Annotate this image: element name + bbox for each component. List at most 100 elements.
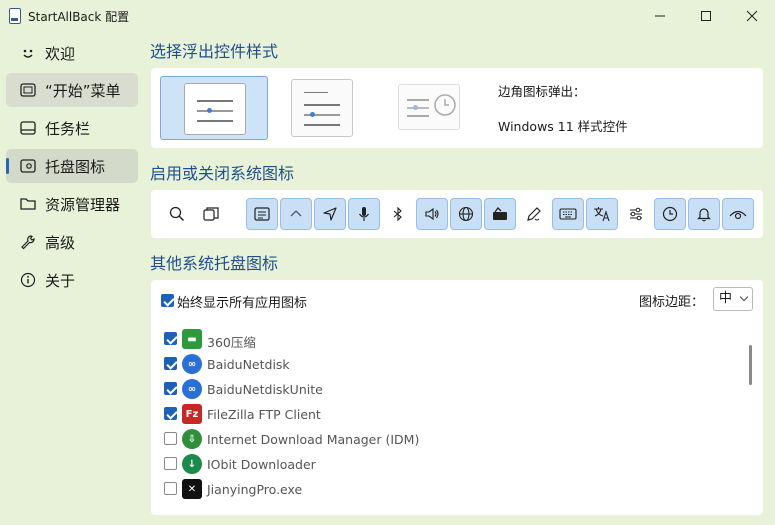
microphone-toggle[interactable] xyxy=(348,198,380,230)
app-checkbox[interactable] xyxy=(164,357,177,370)
app-baidu-unite-icon: ∞ xyxy=(182,379,202,399)
power-toggle[interactable] xyxy=(484,198,516,230)
power-icon xyxy=(493,207,507,220)
folder-icon xyxy=(18,194,38,214)
notification-bell-toggle[interactable] xyxy=(688,198,720,230)
sidebar-item-label: “开始”菜单 xyxy=(45,81,121,100)
close-button[interactable] xyxy=(729,0,775,32)
sidebar-item-start-menu[interactable]: “开始”菜单 xyxy=(6,73,138,107)
scrollbar-thumb[interactable] xyxy=(749,345,752,385)
eye-icon xyxy=(729,210,747,220)
flyout-style-option-1[interactable] xyxy=(160,76,268,140)
clock-toggle[interactable] xyxy=(654,198,686,230)
minimize-icon xyxy=(655,15,665,17)
maximize-icon xyxy=(701,11,711,21)
flyout-style-panel: 边角图标弹出： Windows 11 样式控件 xyxy=(151,68,763,148)
sidebar-item-label: 任务栏 xyxy=(45,119,91,138)
icon-margin-label: 图标边距： xyxy=(639,295,705,310)
other-tray-panel: 始终显示所有应用图标 图标边距： 中 ▬ 360压缩 ∞ BaiduNetdis… xyxy=(151,280,763,515)
app-name: BaiduNetdisk xyxy=(207,357,290,372)
app-name: BaiduNetdiskUnite xyxy=(207,382,323,397)
chevron-up-icon xyxy=(290,210,302,217)
icon-margin-select[interactable]: 中 xyxy=(713,287,753,311)
sidebar-item-tray[interactable]: 托盘图标 xyxy=(6,149,138,183)
flyout-style-option-2[interactable] xyxy=(291,79,353,137)
app-filezilla-icon: Fz xyxy=(182,404,202,424)
network-toggle[interactable] xyxy=(450,198,482,230)
sidebar-item-taskbar[interactable]: 任务栏 xyxy=(6,111,138,145)
app-name: 360压缩 xyxy=(207,335,256,350)
chevron-up-toggle[interactable] xyxy=(280,198,312,230)
sidebar-item-welcome[interactable]: 欢迎 xyxy=(6,36,138,70)
network-icon xyxy=(458,206,474,222)
keyboard-icon xyxy=(559,208,577,220)
chevron-down-icon xyxy=(739,292,749,302)
app-baidu-icon: ∞ xyxy=(182,354,202,374)
always-show-checkbox[interactable] xyxy=(161,294,174,307)
corner-flyout-label: 边角图标弹出： xyxy=(498,84,586,99)
clock-icon xyxy=(662,206,678,222)
clock-preview-icon xyxy=(434,94,456,116)
system-icons-panel xyxy=(151,190,763,238)
corner-flyout-value: Windows 11 样式控件 xyxy=(498,119,628,134)
settings-sliders-toggle[interactable] xyxy=(620,198,652,230)
other-tray-section-title: 其他系统托盘图标 xyxy=(150,254,279,273)
taskbar-icon xyxy=(18,118,38,138)
app-360-icon: ▬ xyxy=(182,329,202,349)
location-icon xyxy=(323,207,337,221)
flyout-style-option-3[interactable] xyxy=(398,84,460,130)
notification-bell-icon xyxy=(697,208,711,222)
volume-icon xyxy=(425,207,439,221)
close-icon xyxy=(746,10,758,22)
bluetooth-icon xyxy=(393,206,402,222)
sidebar-item-label: 托盘图标 xyxy=(45,157,106,176)
bluetooth-toggle[interactable] xyxy=(382,198,414,230)
maximize-button[interactable] xyxy=(683,0,729,32)
sidebar-item-label: 资源管理器 xyxy=(45,195,121,214)
icon-margin-value: 中 xyxy=(719,291,733,306)
list-scrollbar[interactable] xyxy=(745,340,755,505)
wrench-icon xyxy=(18,232,38,252)
app-name: IObit Downloader xyxy=(207,457,316,472)
app-checkbox[interactable] xyxy=(164,482,177,495)
minimize-button[interactable] xyxy=(637,0,683,32)
app-checkbox[interactable] xyxy=(164,382,177,395)
app-icon xyxy=(9,8,21,24)
flyout-section-title: 选择浮出控件样式 xyxy=(150,42,279,61)
pen-toggle[interactable] xyxy=(518,198,550,230)
start-menu-icon xyxy=(18,80,38,100)
search-icon xyxy=(169,206,185,222)
location-toggle[interactable] xyxy=(314,198,346,230)
keyboard-toggle[interactable] xyxy=(552,198,584,230)
app-checkbox[interactable] xyxy=(164,457,177,470)
sidebar-item-label: 欢迎 xyxy=(45,44,76,63)
sidebar-item-label: 关于 xyxy=(45,271,76,290)
app-jianying-icon: ✕ xyxy=(182,479,202,499)
eye-toggle[interactable] xyxy=(722,198,754,230)
window-title: StartAllBack 配置 xyxy=(28,10,130,24)
app-checkbox[interactable] xyxy=(164,407,177,420)
tray-icon xyxy=(18,156,38,176)
task-view-icon xyxy=(203,207,219,221)
action-center-icon xyxy=(254,207,270,221)
sidebar-item-label: 高级 xyxy=(45,233,76,252)
app-checkbox[interactable] xyxy=(164,432,177,445)
sidebar-item-advanced[interactable]: 高级 xyxy=(6,225,138,259)
settings-sliders-icon xyxy=(630,207,642,221)
sidebar-item-explorer[interactable]: 资源管理器 xyxy=(6,187,138,221)
app-iobit-icon: ↓ xyxy=(182,454,202,474)
search-icon-toggle[interactable] xyxy=(161,198,193,230)
action-center-toggle[interactable] xyxy=(246,198,278,230)
language-toggle[interactable] xyxy=(586,198,618,230)
app-name: FileZilla FTP Client xyxy=(207,407,321,422)
volume-toggle[interactable] xyxy=(416,198,448,230)
task-view-toggle[interactable] xyxy=(195,198,227,230)
smiley-icon xyxy=(18,43,38,63)
system-icons-section-title: 启用或关闭系统图标 xyxy=(150,164,295,183)
app-idm-icon: ⇩ xyxy=(182,429,202,449)
app-checkbox[interactable] xyxy=(164,332,177,345)
sidebar-item-about[interactable]: 关于 xyxy=(6,263,138,297)
always-show-label: 始终显示所有应用图标 xyxy=(177,296,308,311)
title-bar: StartAllBack 配置 xyxy=(0,0,775,32)
info-icon xyxy=(18,270,38,290)
